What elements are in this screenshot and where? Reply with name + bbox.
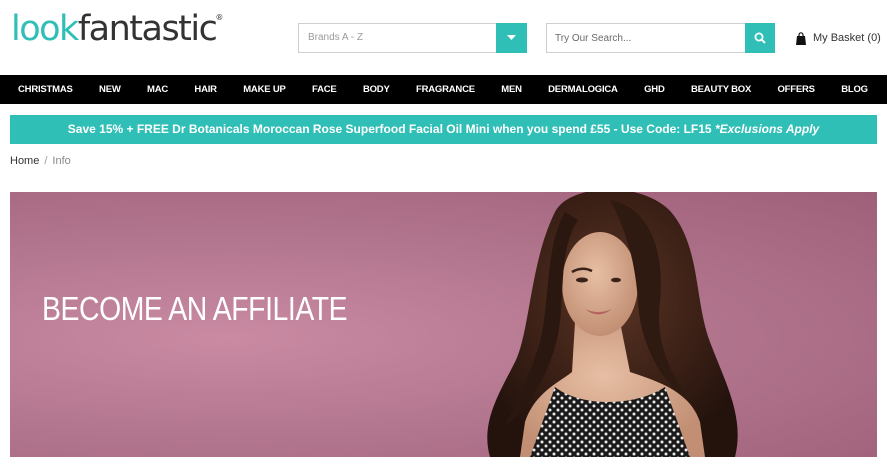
- hero-title: BECOME AN AFFILIATE: [42, 290, 348, 327]
- hero-banner: BECOME AN AFFILIATE: [10, 192, 877, 457]
- nav-item-body[interactable]: BODY: [363, 84, 390, 95]
- basket-link[interactable]: My Basket (0): [796, 30, 881, 46]
- search-icon: [754, 32, 766, 44]
- nav-item-ghd[interactable]: GHD: [644, 84, 665, 95]
- nav-item-christmas[interactable]: CHRISTMAS: [18, 84, 73, 95]
- nav-item-new[interactable]: NEW: [99, 84, 121, 95]
- hero-portrait-image: [487, 192, 738, 457]
- main-nav: CHRISTMAS NEW MAC HAIR MAKE UP FACE BODY…: [0, 75, 887, 104]
- chevron-down-icon: [507, 35, 516, 40]
- promo-text: Save 15% + FREE Dr Botanicals Moroccan R…: [67, 122, 715, 136]
- logo-part-look: look: [11, 9, 79, 49]
- search-button[interactable]: [745, 23, 775, 53]
- nav-item-offers[interactable]: OFFERS: [777, 84, 815, 95]
- basket-label: My Basket (0): [813, 32, 881, 44]
- nav-item-mac[interactable]: MAC: [147, 84, 168, 95]
- nav-item-hair[interactable]: HAIR: [194, 84, 217, 95]
- breadcrumb-current: Info: [52, 155, 71, 167]
- brands-dropdown-button[interactable]: [496, 23, 527, 53]
- breadcrumb: Home / Info: [10, 155, 71, 167]
- nav-item-blog[interactable]: BLOG: [841, 84, 868, 95]
- brands-select[interactable]: Brands A - Z: [298, 23, 527, 53]
- promo-banner[interactable]: Save 15% + FREE Dr Botanicals Moroccan R…: [10, 115, 877, 144]
- nav-item-face[interactable]: FACE: [312, 84, 337, 95]
- logo-registered-mark: ®: [215, 13, 224, 22]
- nav-item-dermalogica[interactable]: DERMALOGICA: [548, 84, 618, 95]
- site-logo[interactable]: lookfantastic ®: [11, 9, 223, 49]
- breadcrumb-separator: /: [44, 155, 48, 167]
- nav-item-fragrance[interactable]: FRAGRANCE: [416, 84, 475, 95]
- search-input[interactable]: [547, 24, 743, 52]
- promo-exclusions: *Exclusions Apply: [714, 122, 820, 136]
- search-box: [546, 23, 775, 53]
- nav-item-beauty-box[interactable]: BEAUTY BOX: [691, 84, 751, 95]
- logo-part-fantastic: fantastic: [77, 9, 218, 49]
- nav-item-make-up[interactable]: MAKE UP: [243, 84, 286, 95]
- brands-select-label: Brands A - Z: [308, 32, 364, 43]
- nav-item-men[interactable]: MEN: [501, 84, 522, 95]
- breadcrumb-home[interactable]: Home: [10, 155, 39, 167]
- site-header: lookfantastic® Brands A - Z My Basket (0…: [0, 0, 887, 75]
- shopping-bag-icon: [796, 31, 806, 45]
